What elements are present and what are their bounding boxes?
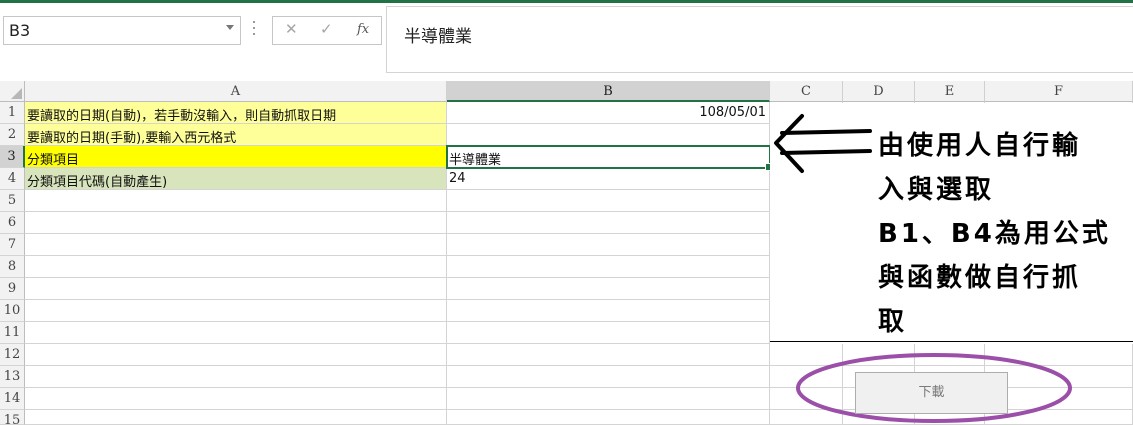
cell-b6[interactable] (447, 212, 770, 234)
cell-a9[interactable] (25, 278, 447, 300)
formula-bar: B3 ✕ ✓ fx 半導體業 (0, 3, 1133, 81)
name-box-value: B3 (9, 21, 31, 40)
insert-function-icon[interactable]: fx (357, 22, 369, 37)
row-header-13[interactable]: 13 (0, 366, 25, 388)
download-button[interactable]: 下載 (855, 372, 1008, 414)
cell-b5[interactable] (447, 190, 770, 212)
cell-a2-text: 要讀取的日期(手動),要輸入西元格式 (27, 131, 237, 146)
cell-b15[interactable] (447, 410, 770, 425)
cell-b4[interactable]: 24 (447, 168, 770, 190)
cell-b4-text: 24 (449, 171, 466, 186)
cell-b9[interactable] (447, 278, 770, 300)
column-header-e[interactable]: E (915, 81, 985, 102)
cell-a11[interactable] (25, 322, 447, 344)
row-header-5[interactable]: 5 (0, 190, 25, 212)
row-header-3[interactable]: 3 (0, 146, 25, 168)
cell-a14[interactable] (25, 388, 447, 410)
cell-a7[interactable] (25, 234, 447, 256)
cell-b12[interactable] (447, 344, 770, 366)
cell-b10[interactable] (447, 300, 770, 322)
row-header-15[interactable]: 15 (0, 410, 25, 425)
column-header-d[interactable]: D (843, 81, 915, 102)
cell-a3-text: 分類項目 (27, 153, 80, 168)
note-line-5: 取 (878, 307, 908, 337)
formula-input-value: 半導體業 (404, 27, 472, 47)
cell-b8[interactable] (447, 256, 770, 278)
select-all-triangle-icon (11, 88, 22, 99)
note-textbox-border (770, 341, 1133, 342)
left-arrow-icon (774, 114, 872, 173)
name-box[interactable]: B3 (3, 16, 241, 45)
row-header-11[interactable]: 11 (0, 322, 25, 344)
cell-a1-text: 要讀取的日期(自動)，若手動沒輸入，則自動抓取日期 (27, 109, 337, 124)
cell-a13[interactable] (25, 366, 447, 388)
note-line-2: 入與選取 (878, 175, 995, 205)
note-line-1: 由使用人自行輸 (878, 131, 1082, 161)
cell-b11[interactable] (447, 322, 770, 344)
row-header-12[interactable]: 12 (0, 344, 25, 366)
active-cell-selection[interactable] (446, 145, 773, 171)
cell-a12[interactable] (25, 344, 447, 366)
note-line-3: B1、B4為用公式 (878, 219, 1111, 249)
cell-b2[interactable] (447, 124, 770, 146)
cell-a1[interactable]: 要讀取的日期(自動)，若手動沒輸入，則自動抓取日期 (25, 102, 447, 124)
note-line-4: 與函數做自行抓 (878, 263, 1082, 293)
column-header-a[interactable]: A (25, 81, 447, 102)
cell-a3[interactable]: 分類項目 (25, 146, 447, 168)
column-header-f[interactable]: F (985, 81, 1133, 102)
enter-icon[interactable]: ✓ (320, 20, 333, 38)
select-all-button[interactable] (0, 81, 25, 102)
cell-b7[interactable] (447, 234, 770, 256)
chevron-down-icon[interactable] (226, 25, 234, 30)
column-header-b[interactable]: B (447, 81, 770, 102)
cancel-icon[interactable]: ✕ (285, 20, 298, 38)
row-header-7[interactable]: 7 (0, 234, 25, 256)
cell-a4-text: 分類項目代碼(自動產生) (27, 175, 168, 190)
cell-a5[interactable] (25, 190, 447, 212)
cell-b1-text: 108/05/01 (699, 105, 766, 120)
cell-b14[interactable] (447, 388, 770, 410)
cell-a2[interactable]: 要讀取的日期(手動),要輸入西元格式 (25, 124, 447, 146)
cell-a8[interactable] (25, 256, 447, 278)
row-header-9[interactable]: 9 (0, 278, 25, 300)
cell-a10[interactable] (25, 300, 447, 322)
formula-buttons: ✕ ✓ fx (272, 16, 382, 45)
cell-a6[interactable] (25, 212, 447, 234)
grip-icon[interactable] (253, 21, 256, 39)
cell-b13[interactable] (447, 366, 770, 388)
row-header-4[interactable]: 4 (0, 168, 25, 190)
row-header-10[interactable]: 10 (0, 300, 25, 322)
cell-a15[interactable] (25, 410, 447, 425)
cell-b1[interactable]: 108/05/01 (447, 102, 770, 124)
formula-input[interactable]: 半導體業 (386, 6, 1133, 73)
row-header-6[interactable]: 6 (0, 212, 25, 234)
cell-a4[interactable]: 分類項目代碼(自動產生) (25, 168, 447, 190)
column-header-c[interactable]: C (770, 81, 843, 102)
row-header-14[interactable]: 14 (0, 388, 25, 410)
row-header-2[interactable]: 2 (0, 124, 25, 146)
row-header-8[interactable]: 8 (0, 256, 25, 278)
row-header-1[interactable]: 1 (0, 102, 25, 124)
